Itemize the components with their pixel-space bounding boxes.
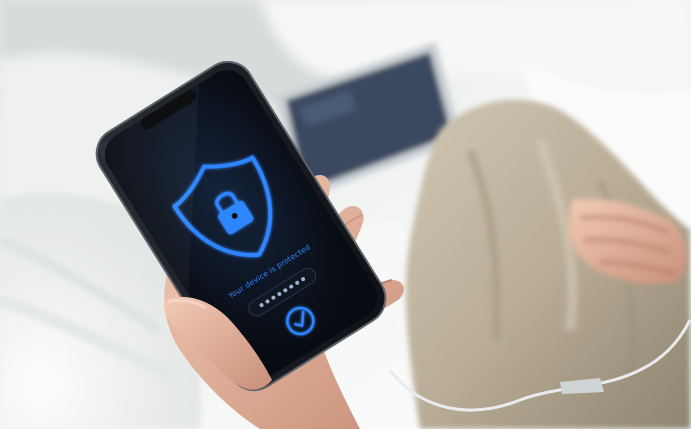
photo-scene: Your device is protected (0, 0, 691, 429)
scene-canvas: Your device is protected (0, 0, 691, 429)
